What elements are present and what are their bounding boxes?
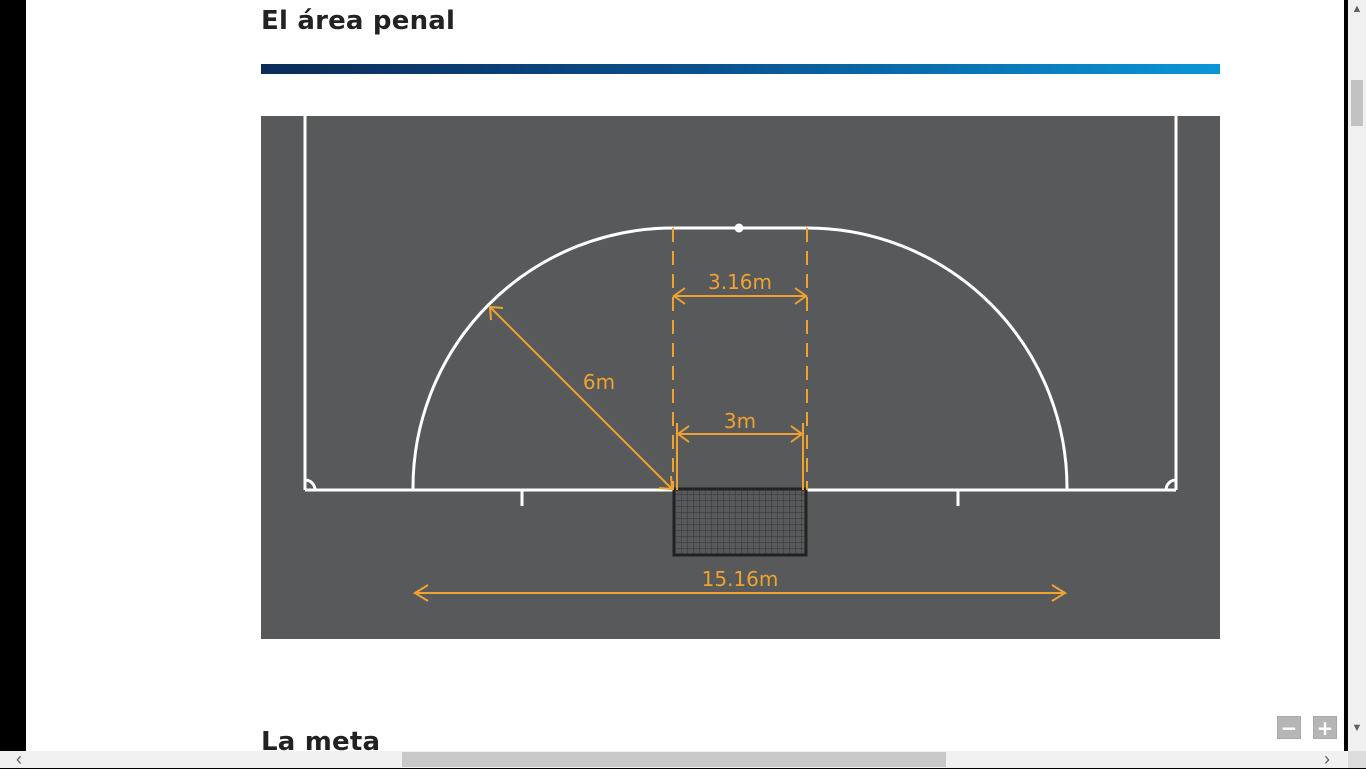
penalty-area-diagram: 3.16m 6m 3m 15.16m <box>261 116 1220 639</box>
vertical-scrollbar[interactable]: ▲ ▼ <box>1348 0 1366 751</box>
zoom-out-button[interactable]: − <box>1277 716 1301 739</box>
goal-width-label: 3m <box>724 409 756 433</box>
scrollbar-corner <box>1348 751 1366 768</box>
section-title-penalty-area: El área penal <box>261 6 456 36</box>
scroll-right-icon[interactable]: › <box>1318 750 1336 768</box>
horizontal-scrollbar[interactable]: ‹ › <box>0 750 1348 768</box>
horizontal-scroll-thumb[interactable] <box>402 752 946 767</box>
radius-label: 6m <box>583 370 615 394</box>
penalty-spot <box>734 223 744 233</box>
court-surface <box>261 116 1220 639</box>
zoom-in-button[interactable]: + <box>1313 716 1337 739</box>
section-title-goal: La meta <box>261 727 381 751</box>
scroll-up-icon[interactable]: ▲ <box>1348 0 1366 18</box>
goal-net <box>672 487 808 557</box>
title-underline-bar <box>261 64 1220 74</box>
vertical-scroll-thumb[interactable] <box>1351 80 1363 126</box>
scroll-left-icon[interactable]: ‹ <box>10 750 28 768</box>
top-width-label: 3.16m <box>708 270 772 294</box>
total-width-label: 15.16m <box>702 567 779 591</box>
page-content: El área penal 3.16m 6m 3m 15.16m La meta <box>26 0 1344 751</box>
scroll-down-icon[interactable]: ▼ <box>1348 719 1366 737</box>
